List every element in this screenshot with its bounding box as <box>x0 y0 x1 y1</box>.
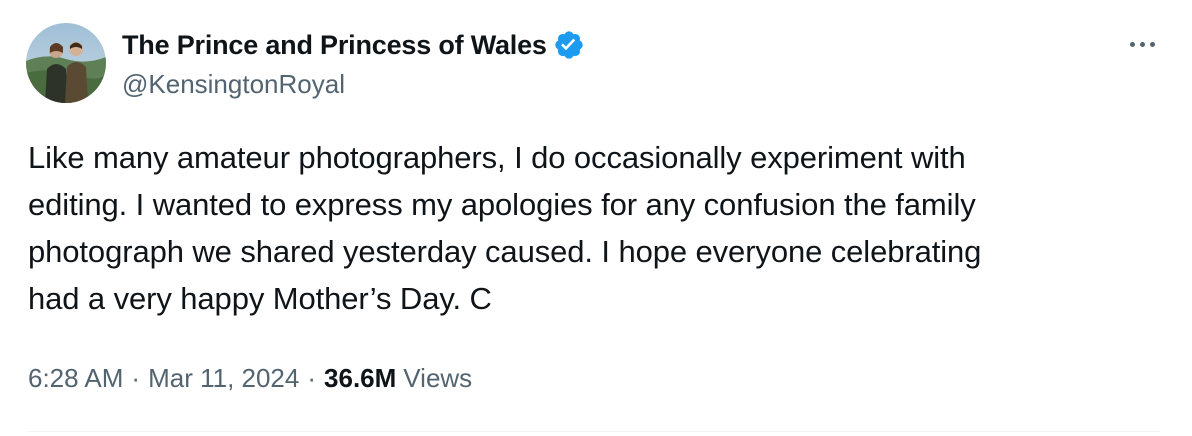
display-name[interactable]: The Prince and Princess of Wales <box>122 30 547 61</box>
more-dot <box>1139 41 1145 47</box>
tweet-date[interactable]: Mar 11, 2024 <box>148 363 299 394</box>
more-dot <box>1149 41 1155 47</box>
meta-separator: · <box>131 362 141 393</box>
verified-badge-icon[interactable] <box>553 29 585 61</box>
avatar-image <box>26 23 106 103</box>
tweet-meta: 6:28 AM · Mar 11, 2024 · 36.6M Views <box>28 358 472 398</box>
more-options-icon[interactable] <box>1122 30 1162 58</box>
tweet-text-line: had a very happy Mother’s Day. C <box>28 281 492 316</box>
tweet-text-line: photograph we shared yesterday caused. I… <box>28 234 982 269</box>
tweet-text-line: editing. I wanted to express my apologie… <box>28 187 976 222</box>
tweet-text: Like many amateur photographers, I do oc… <box>28 134 1138 322</box>
divider <box>28 431 1160 432</box>
user-handle[interactable]: @KensingtonRoyal <box>122 69 585 100</box>
tweet-time[interactable]: 6:28 AM <box>28 363 123 394</box>
name-row: The Prince and Princess of Wales <box>122 27 585 63</box>
tweet-header: The Prince and Princess of Wales @Kensin… <box>122 27 585 103</box>
more-dot <box>1129 41 1135 47</box>
avatar[interactable] <box>26 23 106 103</box>
meta-separator: · <box>307 362 317 393</box>
tweet-text-line: Like many amateur photographers, I do oc… <box>28 140 966 175</box>
tweet-card: The Prince and Princess of Wales @Kensin… <box>0 0 1192 436</box>
views-label: Views <box>403 362 473 393</box>
views-count: 36.6M <box>324 362 397 393</box>
